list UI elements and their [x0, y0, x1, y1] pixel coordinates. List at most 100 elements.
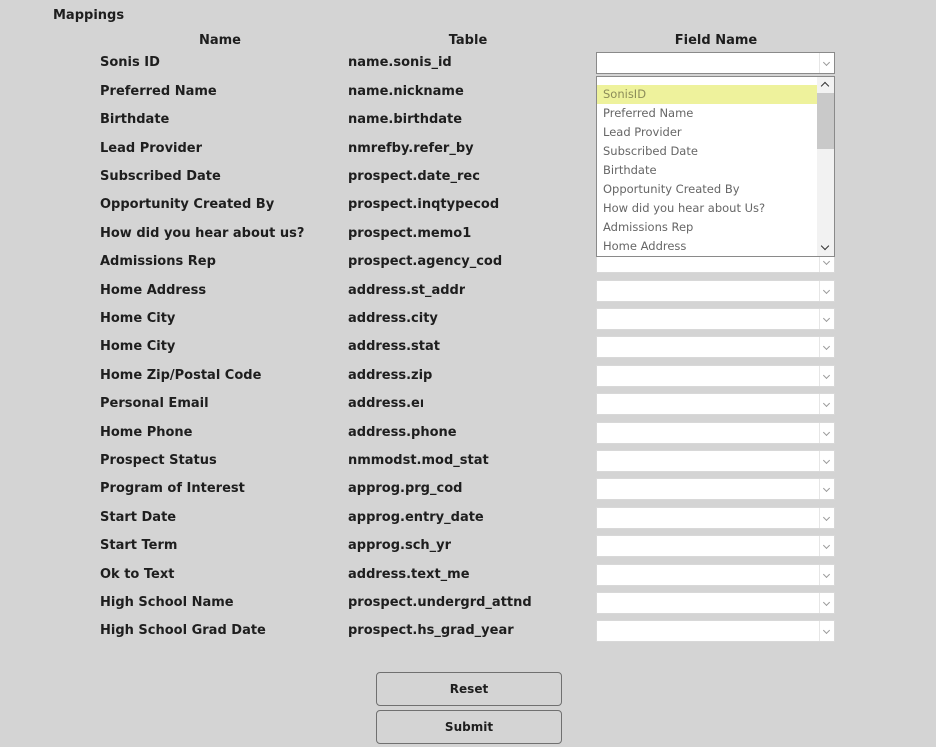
mappings-page: Mappings Name Table Field Name Sonis ID n… [0, 0, 936, 747]
mapping-name: Home Address [100, 283, 207, 298]
mapping-name: Ok to Text [100, 567, 175, 582]
table-row: High School Name prospect.undergrd_attnd [0, 592, 936, 616]
dropdown-option[interactable]: Admissions Rep [597, 218, 817, 237]
field-name-select[interactable] [596, 478, 835, 500]
dropdown-option[interactable]: Birthdate [597, 161, 817, 180]
dropdown-option[interactable]: Subscribed Date [597, 142, 817, 161]
chevron-down-icon[interactable] [819, 394, 834, 414]
mapping-table-column: nmmodst.mod_stat [348, 453, 489, 468]
dropdown-scrollbar[interactable] [817, 77, 834, 256]
mapping-name: Personal Email [100, 396, 209, 411]
mapping-table-column: approg.prg_cod [348, 481, 463, 496]
mapping-table-column: approg.sch_yr [348, 538, 452, 553]
mapping-table-column: prospect.hs_grad_year [348, 623, 514, 638]
field-name-select[interactable] [596, 422, 835, 444]
scrollbar-thumb[interactable] [817, 93, 834, 149]
dropdown-option[interactable]: Preferred Name [597, 104, 817, 123]
chevron-down-icon[interactable] [819, 621, 834, 641]
chevron-down-icon[interactable] [819, 536, 834, 556]
mapping-table-column: name.sonis_id [348, 55, 452, 70]
chevron-down-icon[interactable] [819, 337, 834, 357]
field-name-select[interactable] [596, 620, 835, 642]
mapping-name: Preferred Name [100, 84, 217, 99]
field-name-select[interactable] [596, 308, 835, 330]
mapping-table-column: address.stat [348, 339, 440, 354]
mapping-name: Admissions Rep [100, 254, 216, 269]
mapping-table-column: prospect.date_rec [348, 169, 480, 184]
mapping-name: Home Phone [100, 425, 193, 440]
dropdown-option[interactable]: SonisID [597, 85, 817, 104]
chevron-down-icon[interactable] [819, 366, 834, 386]
mapping-table-column: name.birthdate [348, 112, 463, 127]
field-name-select[interactable] [596, 336, 835, 358]
dropdown-option[interactable]: Home Address [597, 237, 817, 256]
mapping-name: Prospect Status [100, 453, 217, 468]
mapping-name: High School Grad Date [100, 623, 266, 638]
mapping-table-column: prospect.inqtypecod [348, 197, 500, 212]
field-name-select[interactable] [596, 535, 835, 557]
chevron-down-icon[interactable] [819, 423, 834, 443]
table-row: Start Term approg.sch_yr [0, 535, 936, 559]
field-name-dropdown-list[interactable]: SonisID Preferred Name Lead Provider Subscr… [596, 76, 835, 257]
dropdown-option[interactable]: Lead Provider [597, 123, 817, 142]
submit-button[interactable]: Submit [376, 710, 562, 744]
field-name-select[interactable] [596, 592, 835, 614]
table-row: Home City address.stat [0, 336, 936, 360]
mapping-name: Birthdate [100, 112, 170, 127]
mapping-name: Opportunity Created By [100, 197, 275, 212]
field-name-select[interactable] [596, 280, 835, 302]
table-row: Home Address address.st_addr [0, 280, 936, 304]
table-row: Start Date approg.entry_date [0, 507, 936, 531]
table-row: Home City address.city [0, 308, 936, 332]
mapping-table-column: address.zip [348, 368, 433, 383]
column-header-field-name: Field Name [674, 33, 758, 48]
reset-button[interactable]: Reset [376, 672, 562, 706]
mapping-table-column: approg.entry_date [348, 510, 484, 525]
column-header-name: Name [198, 33, 241, 48]
field-name-select[interactable] [596, 507, 835, 529]
table-row: High School Grad Date prospect.hs_grad_ye… [0, 620, 936, 644]
chevron-down-icon[interactable] [819, 281, 834, 301]
mapping-table-column: address.ema [348, 396, 423, 411]
mapping-table-column: name.nickname [348, 84, 464, 99]
chevron-down-icon[interactable] [819, 479, 834, 499]
column-header-table: Table [448, 33, 488, 48]
mapping-name: Home Zip/Postal Code [100, 368, 262, 383]
mapping-table-column: address.text_me [348, 567, 470, 582]
chevron-down-icon[interactable] [819, 309, 834, 329]
mapping-name: Sonis ID [100, 55, 160, 70]
mapping-name: Home City [100, 311, 176, 326]
table-row: Ok to Text address.text_me [0, 564, 936, 588]
dropdown-option[interactable]: How did you hear about Us? [597, 199, 817, 218]
mapping-name: Start Term [100, 538, 178, 553]
chevron-down-icon[interactable] [819, 53, 834, 73]
chevron-down-icon[interactable] [819, 508, 834, 528]
scroll-down-arrow-icon[interactable] [817, 240, 834, 256]
chevron-down-icon[interactable] [819, 451, 834, 471]
table-row: Home Phone address.phone [0, 422, 936, 446]
table-row: Program of Interest approg.prg_cod [0, 478, 936, 502]
mapping-table-column: prospect.agency_cod [348, 254, 503, 269]
field-name-select[interactable] [596, 393, 835, 415]
chevron-down-icon[interactable] [819, 565, 834, 585]
field-name-select[interactable] [596, 365, 835, 387]
mapping-table-column: address.city [348, 311, 438, 326]
chevron-down-icon[interactable] [819, 593, 834, 613]
mapping-table-column: address.st_addr [348, 283, 466, 298]
section-title: Mappings [53, 8, 125, 23]
table-row: Personal Email address.ema [0, 393, 936, 417]
field-name-select[interactable] [596, 52, 835, 74]
mapping-name: Home City [100, 339, 176, 354]
table-row: Sonis ID name.sonis_id [0, 52, 936, 76]
mapping-name: How did you hear about us? [100, 226, 305, 241]
mapping-name: Start Date [100, 510, 177, 525]
mapping-table-column: prospect.undergrd_attnd [348, 595, 532, 610]
dropdown-option[interactable]: Opportunity Created By [597, 180, 817, 199]
field-name-select[interactable] [596, 450, 835, 472]
mapping-name: Lead Provider [100, 141, 203, 156]
table-row: Prospect Status nmmodst.mod_stat [0, 450, 936, 474]
field-name-select[interactable] [596, 564, 835, 586]
mapping-table-column: nmrefby.refer_by [348, 141, 474, 156]
scroll-up-arrow-icon[interactable] [817, 77, 834, 93]
mapping-table-column: address.phone [348, 425, 457, 440]
